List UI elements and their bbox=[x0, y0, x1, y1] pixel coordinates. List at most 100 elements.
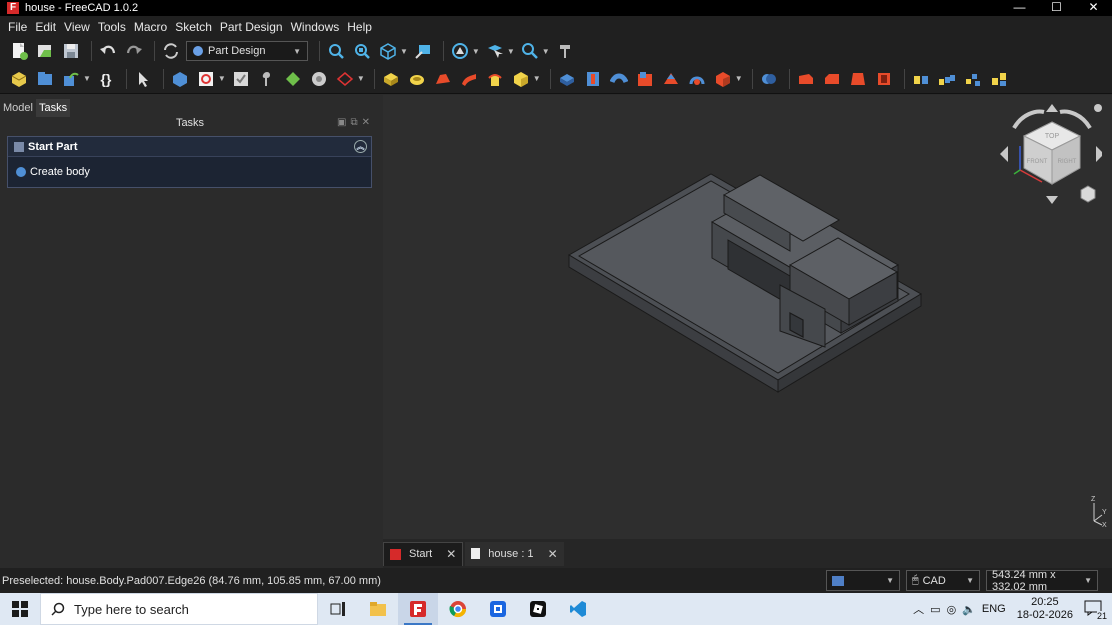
expression-icon[interactable]: {} bbox=[95, 68, 117, 90]
draw-style-icon[interactable] bbox=[449, 40, 471, 62]
nav-menu-dot[interactable] bbox=[1094, 104, 1102, 112]
create-part-icon[interactable] bbox=[34, 68, 56, 90]
create-sketch-icon[interactable] bbox=[195, 68, 217, 90]
roblox-studio-icon[interactable] bbox=[478, 593, 518, 625]
roblox-icon[interactable] bbox=[518, 593, 558, 625]
rotate-cw-arrow[interactable] bbox=[1059, 109, 1092, 130]
menu-macro[interactable]: Macro bbox=[130, 20, 171, 34]
house-model[interactable] bbox=[568, 173, 922, 393]
groove-icon[interactable] bbox=[608, 68, 630, 90]
save-icon[interactable] bbox=[60, 40, 82, 62]
shape-binder-icon[interactable] bbox=[282, 68, 304, 90]
orbit-right-arrow[interactable] bbox=[1096, 146, 1104, 162]
chevron-down-icon[interactable]: ▼ bbox=[533, 74, 541, 83]
dock-float-icon[interactable]: ▣ bbox=[337, 117, 350, 128]
menu-sketch[interactable]: Sketch bbox=[171, 20, 216, 34]
chevron-down-icon[interactable]: ▼ bbox=[400, 47, 408, 56]
draft-icon[interactable] bbox=[847, 68, 869, 90]
linear-pattern-icon[interactable] bbox=[936, 68, 958, 90]
create-body-icon[interactable] bbox=[8, 68, 30, 90]
battery-icon[interactable]: ▭ bbox=[930, 603, 940, 616]
datum-plane-icon[interactable] bbox=[334, 68, 356, 90]
maximize-button[interactable]: ☐ bbox=[1038, 0, 1075, 16]
orbit-left-arrow[interactable] bbox=[1000, 146, 1008, 162]
orbit-up-arrow[interactable] bbox=[1046, 104, 1058, 112]
revolution-icon[interactable] bbox=[406, 68, 428, 90]
workbench-selector[interactable]: Part Design ▼ bbox=[186, 41, 308, 61]
navigation-cube[interactable]: TOP FRONT RIGHT bbox=[992, 100, 1104, 210]
tab-tasks[interactable]: Tasks bbox=[35, 99, 71, 117]
clone-icon[interactable] bbox=[308, 68, 330, 90]
chamfer-icon[interactable] bbox=[821, 68, 843, 90]
language-indicator[interactable]: ENG bbox=[982, 603, 1006, 615]
rotate-ccw-arrow[interactable] bbox=[1012, 109, 1045, 130]
close-tab-icon[interactable]: ✕ bbox=[446, 547, 456, 561]
view-cube-mini-icon[interactable] bbox=[1080, 185, 1096, 203]
task-view-icon[interactable] bbox=[318, 593, 358, 625]
collapse-icon[interactable]: ︽ bbox=[354, 140, 367, 153]
select-tool-icon[interactable] bbox=[132, 68, 154, 90]
selection-filter-icon[interactable] bbox=[484, 40, 506, 62]
close-tab-icon[interactable]: ✕ bbox=[548, 547, 558, 561]
isometric-view-icon[interactable] bbox=[377, 40, 399, 62]
dock-restore-icon[interactable]: ⧉ bbox=[350, 117, 361, 128]
menu-edit[interactable]: Edit bbox=[31, 20, 60, 34]
pad-icon[interactable] bbox=[380, 68, 402, 90]
tab-house[interactable]: house : 1 ✕ bbox=[465, 541, 564, 566]
menu-tools[interactable]: Tools bbox=[94, 20, 130, 34]
freecad-taskbar-icon[interactable] bbox=[398, 593, 438, 625]
3d-view[interactable]: TOP FRONT RIGHT Z Y X bbox=[383, 95, 1112, 539]
menu-part-design[interactable]: Part Design bbox=[216, 20, 287, 34]
orbit-down-arrow[interactable] bbox=[1046, 196, 1058, 204]
refresh-icon[interactable] bbox=[160, 40, 182, 62]
menu-file[interactable]: File bbox=[4, 20, 31, 34]
pocket-icon[interactable] bbox=[556, 68, 578, 90]
additive-primitive-icon[interactable] bbox=[510, 68, 532, 90]
boolean-icon[interactable] bbox=[758, 68, 780, 90]
chevron-down-icon[interactable]: ▼ bbox=[218, 74, 226, 83]
attach-sketch-icon[interactable] bbox=[256, 68, 278, 90]
dock-close-icon[interactable]: ✕ bbox=[362, 117, 374, 128]
multitransform-icon[interactable] bbox=[988, 68, 1010, 90]
thickness-icon[interactable] bbox=[873, 68, 895, 90]
fit-selection-icon[interactable] bbox=[351, 40, 373, 62]
task-box-header[interactable]: Start Part ︽ bbox=[8, 137, 371, 157]
measure-icon[interactable] bbox=[412, 40, 434, 62]
fillet-icon[interactable] bbox=[795, 68, 817, 90]
dimension-display[interactable]: 543.24 mm x 332.02 mm ▼ bbox=[986, 569, 1098, 593]
tab-model[interactable]: Model bbox=[0, 99, 36, 117]
redo-icon[interactable] bbox=[123, 40, 145, 62]
additive-loft-icon[interactable] bbox=[432, 68, 454, 90]
additive-pipe-icon[interactable] bbox=[458, 68, 480, 90]
notification-center-icon[interactable]: 21 bbox=[1084, 600, 1107, 621]
close-window-button[interactable]: ✕ bbox=[1075, 0, 1112, 16]
menu-help[interactable]: Help bbox=[343, 20, 376, 34]
menu-view[interactable]: View bbox=[60, 20, 94, 34]
subtractive-helix-icon[interactable] bbox=[686, 68, 708, 90]
new-document-icon[interactable] bbox=[8, 40, 30, 62]
validate-sketch-icon[interactable] bbox=[230, 68, 252, 90]
chevron-up-icon[interactable]: ︿ bbox=[913, 601, 924, 617]
subtractive-primitive-icon[interactable] bbox=[712, 68, 734, 90]
zoom-icon[interactable] bbox=[519, 40, 541, 62]
chevron-down-icon[interactable]: ▼ bbox=[83, 74, 91, 83]
open-document-icon[interactable] bbox=[34, 40, 56, 62]
whats-this-icon[interactable] bbox=[554, 40, 576, 62]
vscode-icon[interactable] bbox=[558, 593, 598, 625]
polar-pattern-icon[interactable] bbox=[962, 68, 984, 90]
move-feature-icon[interactable] bbox=[60, 68, 82, 90]
tab-start[interactable]: Start ✕ bbox=[383, 541, 464, 566]
chevron-down-icon[interactable]: ▼ bbox=[507, 47, 515, 56]
volume-icon[interactable]: 🔈 bbox=[962, 603, 976, 616]
body-icon[interactable] bbox=[169, 68, 191, 90]
navigation-style-selector[interactable]: 🖱 CAD ▼ bbox=[906, 570, 980, 591]
hole-icon[interactable] bbox=[582, 68, 604, 90]
chevron-down-icon[interactable]: ▼ bbox=[542, 47, 550, 56]
menu-windows[interactable]: Windows bbox=[287, 20, 344, 34]
mirrored-icon[interactable] bbox=[910, 68, 932, 90]
chevron-down-icon[interactable]: ▼ bbox=[357, 74, 365, 83]
minimize-button[interactable]: — bbox=[1001, 0, 1038, 16]
additive-helix-icon[interactable] bbox=[484, 68, 506, 90]
taskbar-search[interactable]: Type here to search bbox=[40, 593, 318, 625]
fit-all-icon[interactable] bbox=[325, 40, 347, 62]
